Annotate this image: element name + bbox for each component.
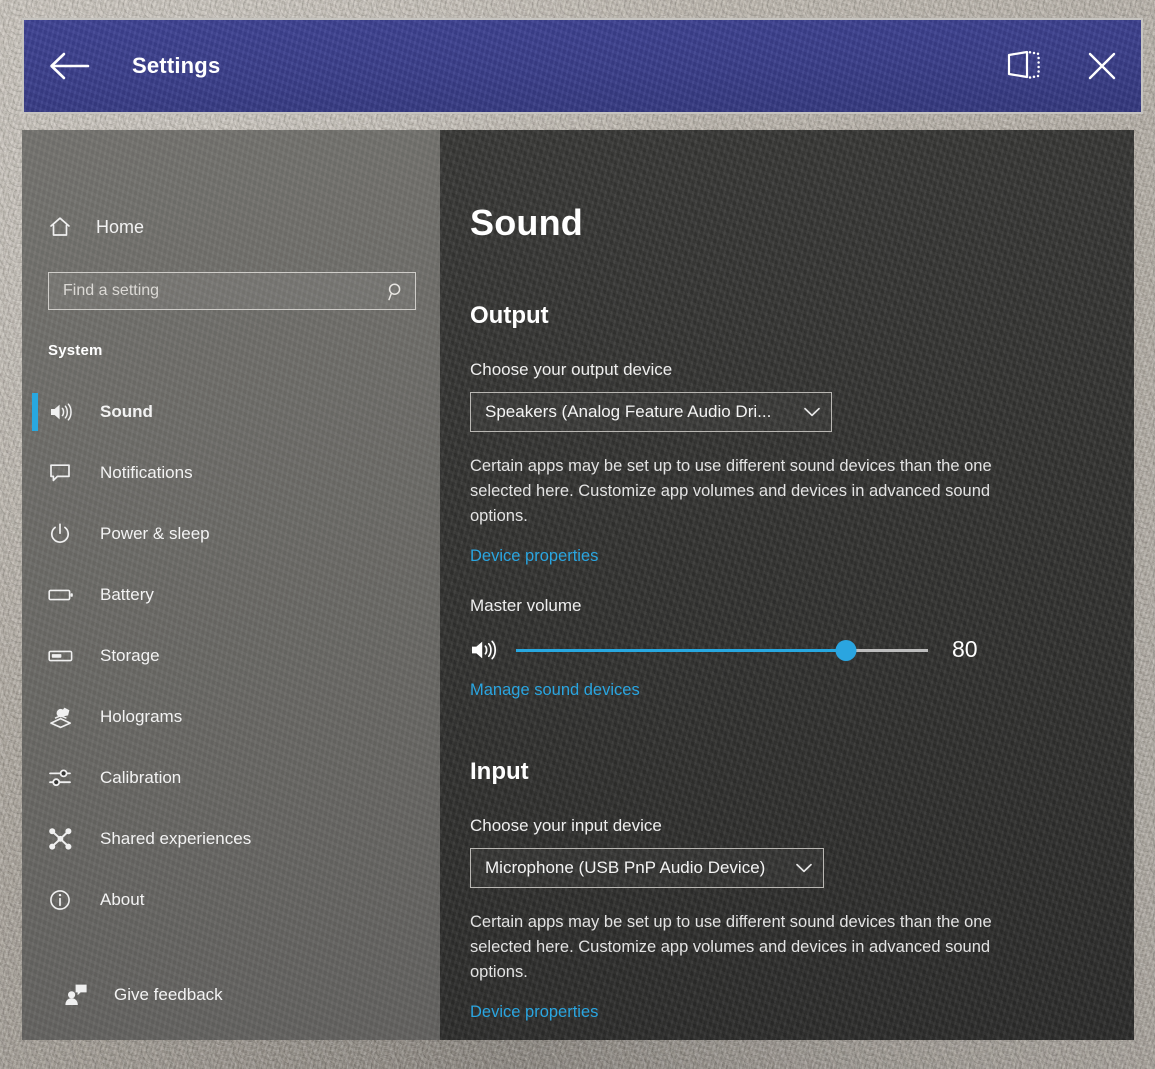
sidebar-item-sound[interactable]: Sound: [22, 381, 440, 442]
sidebar-item-calibration-label: Calibration: [100, 768, 181, 788]
sidebar-item-about-label: About: [100, 890, 144, 910]
sidebar-item-storage-label: Storage: [100, 646, 160, 666]
page-title: Sound: [470, 202, 1134, 244]
output-device-dropdown[interactable]: Speakers (Analog Feature Audio Dri...: [470, 392, 832, 432]
master-volume-label: Master volume: [470, 596, 1134, 616]
sidebar-item-shared-experiences-label: Shared experiences: [100, 829, 251, 849]
home-icon: [48, 215, 82, 239]
sidebar-item-storage[interactable]: Storage: [22, 625, 440, 686]
input-device-dropdown[interactable]: Microphone (USB PnP Audio Device): [470, 848, 824, 888]
sliders-icon: [48, 767, 86, 789]
battery-icon: [48, 587, 86, 603]
feedback-person-icon: [64, 983, 100, 1007]
speaker-icon: [48, 401, 86, 423]
sidebar-item-sound-label: Sound: [100, 402, 153, 422]
shared-icon: [48, 827, 86, 851]
back-button[interactable]: [24, 20, 114, 112]
close-icon: [1085, 49, 1119, 83]
master-volume-slider[interactable]: [516, 639, 928, 661]
sidebar-item-home[interactable]: Home: [22, 202, 440, 252]
sidebar-item-home-label: Home: [96, 217, 144, 238]
app-title: Settings: [132, 53, 220, 79]
output-device-properties-link[interactable]: Device properties: [470, 547, 598, 566]
chevron-down-icon: [795, 862, 813, 874]
sidebar-item-battery-label: Battery: [100, 585, 154, 605]
sidebar-item-shared-experiences[interactable]: Shared experiences: [22, 808, 440, 869]
sidebar-item-battery[interactable]: Battery: [22, 564, 440, 625]
search-box[interactable]: [48, 272, 416, 310]
master-volume-row: 80: [470, 636, 1134, 663]
sidebar-item-power-sleep[interactable]: Power & sleep: [22, 503, 440, 564]
slider-filled-track: [516, 649, 846, 652]
input-device-value: Microphone (USB PnP Audio Device): [485, 858, 765, 878]
master-volume-value: 80: [952, 636, 992, 663]
input-device-properties-link[interactable]: Device properties: [470, 1003, 598, 1022]
settings-sidebar: Home System: [22, 130, 440, 1040]
manage-sound-devices-link[interactable]: Manage sound devices: [470, 681, 640, 700]
settings-content-pane: Sound Output Choose your output device S…: [440, 130, 1134, 1040]
slider-thumb[interactable]: [835, 640, 856, 661]
sidebar-item-about[interactable]: About: [22, 869, 440, 930]
sidebar-item-give-feedback-label: Give feedback: [114, 985, 223, 1005]
sidebar-item-notifications-label: Notifications: [100, 463, 193, 483]
sidebar-item-holograms[interactable]: Holograms: [22, 686, 440, 747]
input-device-label: Choose your input device: [470, 816, 1134, 836]
sidebar-item-holograms-label: Holograms: [100, 707, 182, 727]
move-hologram-icon: [1004, 49, 1044, 83]
output-section-title: Output: [470, 302, 1134, 330]
sidebar-item-give-feedback[interactable]: Give feedback: [22, 968, 440, 1022]
sidebar-item-notifications[interactable]: Notifications: [22, 442, 440, 503]
close-button[interactable]: [1063, 20, 1141, 112]
info-icon: [48, 888, 86, 912]
search-icon[interactable]: [377, 281, 415, 301]
input-section-title: Input: [470, 758, 1134, 786]
sidebar-item-power-sleep-label: Power & sleep: [100, 524, 210, 544]
output-device-label: Choose your output device: [470, 360, 1134, 380]
holograms-icon: [48, 705, 86, 729]
input-description: Certain apps may be set up to use differ…: [470, 910, 1048, 985]
app-titlebar: Settings: [22, 18, 1143, 114]
output-description: Certain apps may be set up to use differ…: [470, 454, 1048, 529]
back-arrow-icon: [48, 51, 90, 81]
sidebar-nav-list: Sound Notifications: [22, 381, 440, 930]
settings-window: Home System: [22, 130, 1134, 1040]
move-hologram-button[interactable]: [985, 20, 1063, 112]
speaker-volume-icon: [470, 638, 508, 662]
power-icon: [48, 522, 86, 546]
storage-icon: [48, 648, 86, 664]
sidebar-group-header: System: [48, 342, 440, 359]
search-input[interactable]: [49, 282, 377, 300]
mixed-reality-wall-background: Settings: [0, 0, 1155, 1069]
output-device-value: Speakers (Analog Feature Audio Dri...: [485, 402, 771, 422]
chevron-down-icon: [803, 406, 821, 418]
sidebar-item-calibration[interactable]: Calibration: [22, 747, 440, 808]
notification-icon: [48, 462, 86, 484]
